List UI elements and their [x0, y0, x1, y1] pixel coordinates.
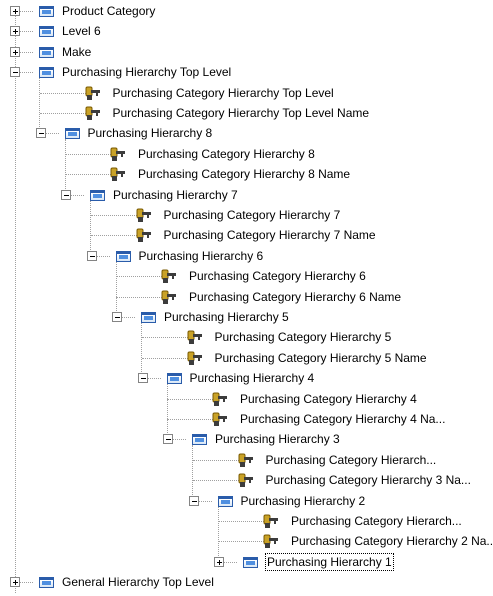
hierarchy-folder-icon	[243, 556, 258, 568]
hierarchy-folder-icon	[141, 312, 156, 323]
attribute-label[interactable]: Purchasing Category Hierarchy 4 Na...	[240, 411, 445, 427]
attribute-key-icon	[263, 533, 279, 549]
hierarchy-folder-icon	[64, 128, 80, 140]
collapse-minus-icon[interactable]	[35, 128, 46, 139]
collapse-minus-icon[interactable]	[163, 434, 173, 445]
attribute-label[interactable]: Purchasing Category Hierarchy 7 Name	[164, 227, 376, 243]
attribute-key-icon	[110, 146, 126, 162]
hierarchy-folder-icon	[39, 46, 54, 58]
attribute-label[interactable]: Purchasing Category Hierarch...	[291, 513, 462, 529]
hierarchy-folder-icon	[115, 250, 131, 262]
attribute-label[interactable]: Purchasing Category Hierarchy 6	[189, 268, 366, 284]
attribute-key-icon	[136, 227, 152, 243]
attribute-label[interactable]: Purchasing Category Hierarchy 4	[240, 391, 417, 407]
hierarchy-label[interactable]: General Hierarchy Top Level	[62, 574, 214, 590]
collapse-minus-icon[interactable]	[86, 250, 97, 261]
tree-connector-line	[192, 480, 239, 482]
tree-connector-line	[218, 541, 264, 543]
tree-connector-line	[167, 419, 213, 420]
collapse-minus-icon[interactable]	[112, 312, 122, 322]
expand-plus-icon[interactable]	[10, 577, 20, 588]
hierarchy-label[interactable]: Purchasing Hierarchy 4	[190, 370, 315, 386]
tree-connector-line	[65, 153, 111, 155]
attribute-key-icon	[187, 329, 203, 345]
attribute-label[interactable]: Purchasing Category Hierarchy 2 Na...	[291, 533, 493, 549]
attribute-key-icon	[238, 472, 254, 488]
tree-connector-line	[192, 459, 239, 461]
attribute-key-icon	[85, 105, 101, 121]
hierarchy-label[interactable]: Make	[62, 44, 91, 60]
tree-connector-line	[65, 174, 111, 176]
attribute-key-icon	[212, 411, 228, 427]
hierarchy-folder-icon	[90, 189, 105, 201]
attribute-label[interactable]: Purchasing Category Hierarchy 3 Na...	[266, 472, 471, 488]
tree-connector-line	[167, 398, 213, 400]
attribute-key-icon	[110, 166, 126, 182]
hierarchy-label[interactable]: Purchasing Hierarchy 8	[88, 125, 213, 141]
attribute-key-icon	[212, 391, 228, 407]
hierarchy-label[interactable]: Level 6	[62, 23, 101, 39]
hierarchy-folder-icon	[39, 6, 54, 17]
attribute-label[interactable]: Purchasing Category Hierarchy 6 Name	[189, 289, 401, 305]
attribute-label[interactable]: Purchasing Category Hierarch...	[266, 452, 437, 468]
attribute-key-icon	[136, 207, 152, 223]
tree-connector-line	[218, 521, 264, 522]
collapse-minus-icon[interactable]	[10, 67, 20, 78]
attribute-key-icon	[263, 513, 279, 529]
attribute-key-icon	[85, 85, 101, 101]
expand-plus-icon[interactable]	[10, 46, 20, 57]
tree-connector-line	[90, 235, 137, 237]
attribute-key-icon	[161, 268, 177, 284]
tree-connector-line	[141, 357, 188, 359]
hierarchy-label[interactable]: Purchasing Hierarchy 5	[164, 309, 289, 325]
attribute-label[interactable]: Purchasing Category Hierarchy 8	[138, 146, 315, 162]
hierarchy-label[interactable]: Product Category	[62, 3, 155, 19]
attribute-label[interactable]: Purchasing Category Hierarchy 5	[215, 329, 392, 345]
hierarchy-label[interactable]: Purchasing Hierarchy 3	[215, 431, 340, 447]
attribute-label[interactable]: Purchasing Category Hierarchy Top Level …	[113, 105, 370, 121]
attribute-key-icon	[161, 289, 177, 305]
attribute-key-icon	[238, 452, 254, 468]
tree-connector-line	[116, 276, 162, 278]
hierarchy-folder-icon	[39, 26, 54, 38]
tree-connector-line	[39, 92, 86, 94]
hierarchy-folder-icon	[39, 67, 54, 79]
tree-connector-line	[141, 337, 188, 339]
tree-connector-line	[90, 215, 137, 216]
hierarchy-tree[interactable]: Product Category Level 6 Make Purchasing Hi…	[0, 0, 493, 596]
hierarchy-label[interactable]: Purchasing Hierarchy 1	[265, 552, 394, 571]
hierarchy-label[interactable]: Purchasing Hierarchy 6	[139, 248, 264, 264]
expand-plus-icon[interactable]	[10, 26, 20, 37]
collapse-minus-icon[interactable]	[137, 373, 148, 384]
hierarchy-label[interactable]: Purchasing Hierarchy 7	[113, 187, 238, 203]
tree-connector-line	[116, 296, 162, 298]
tree-connector-line	[39, 113, 86, 114]
attribute-label[interactable]: Purchasing Category Hierarchy 8 Name	[138, 166, 350, 182]
hierarchy-folder-icon	[217, 495, 233, 507]
attribute-key-icon	[187, 350, 203, 366]
collapse-minus-icon[interactable]	[61, 189, 71, 200]
hierarchy-folder-icon	[39, 577, 54, 589]
hierarchy-label[interactable]: Purchasing Hierarchy Top Level	[62, 64, 231, 80]
attribute-label[interactable]: Purchasing Category Hierarchy Top Level	[113, 85, 334, 101]
expand-plus-icon[interactable]	[214, 556, 224, 567]
hierarchy-label[interactable]: Purchasing Hierarchy 2	[241, 493, 366, 509]
collapse-minus-icon[interactable]	[188, 495, 199, 506]
attribute-label[interactable]: Purchasing Category Hierarchy 5 Name	[215, 350, 427, 366]
hierarchy-folder-icon	[192, 434, 207, 446]
expand-plus-icon[interactable]	[10, 6, 20, 16]
attribute-label[interactable]: Purchasing Category Hierarchy 7	[164, 207, 341, 223]
hierarchy-folder-icon	[166, 373, 182, 385]
